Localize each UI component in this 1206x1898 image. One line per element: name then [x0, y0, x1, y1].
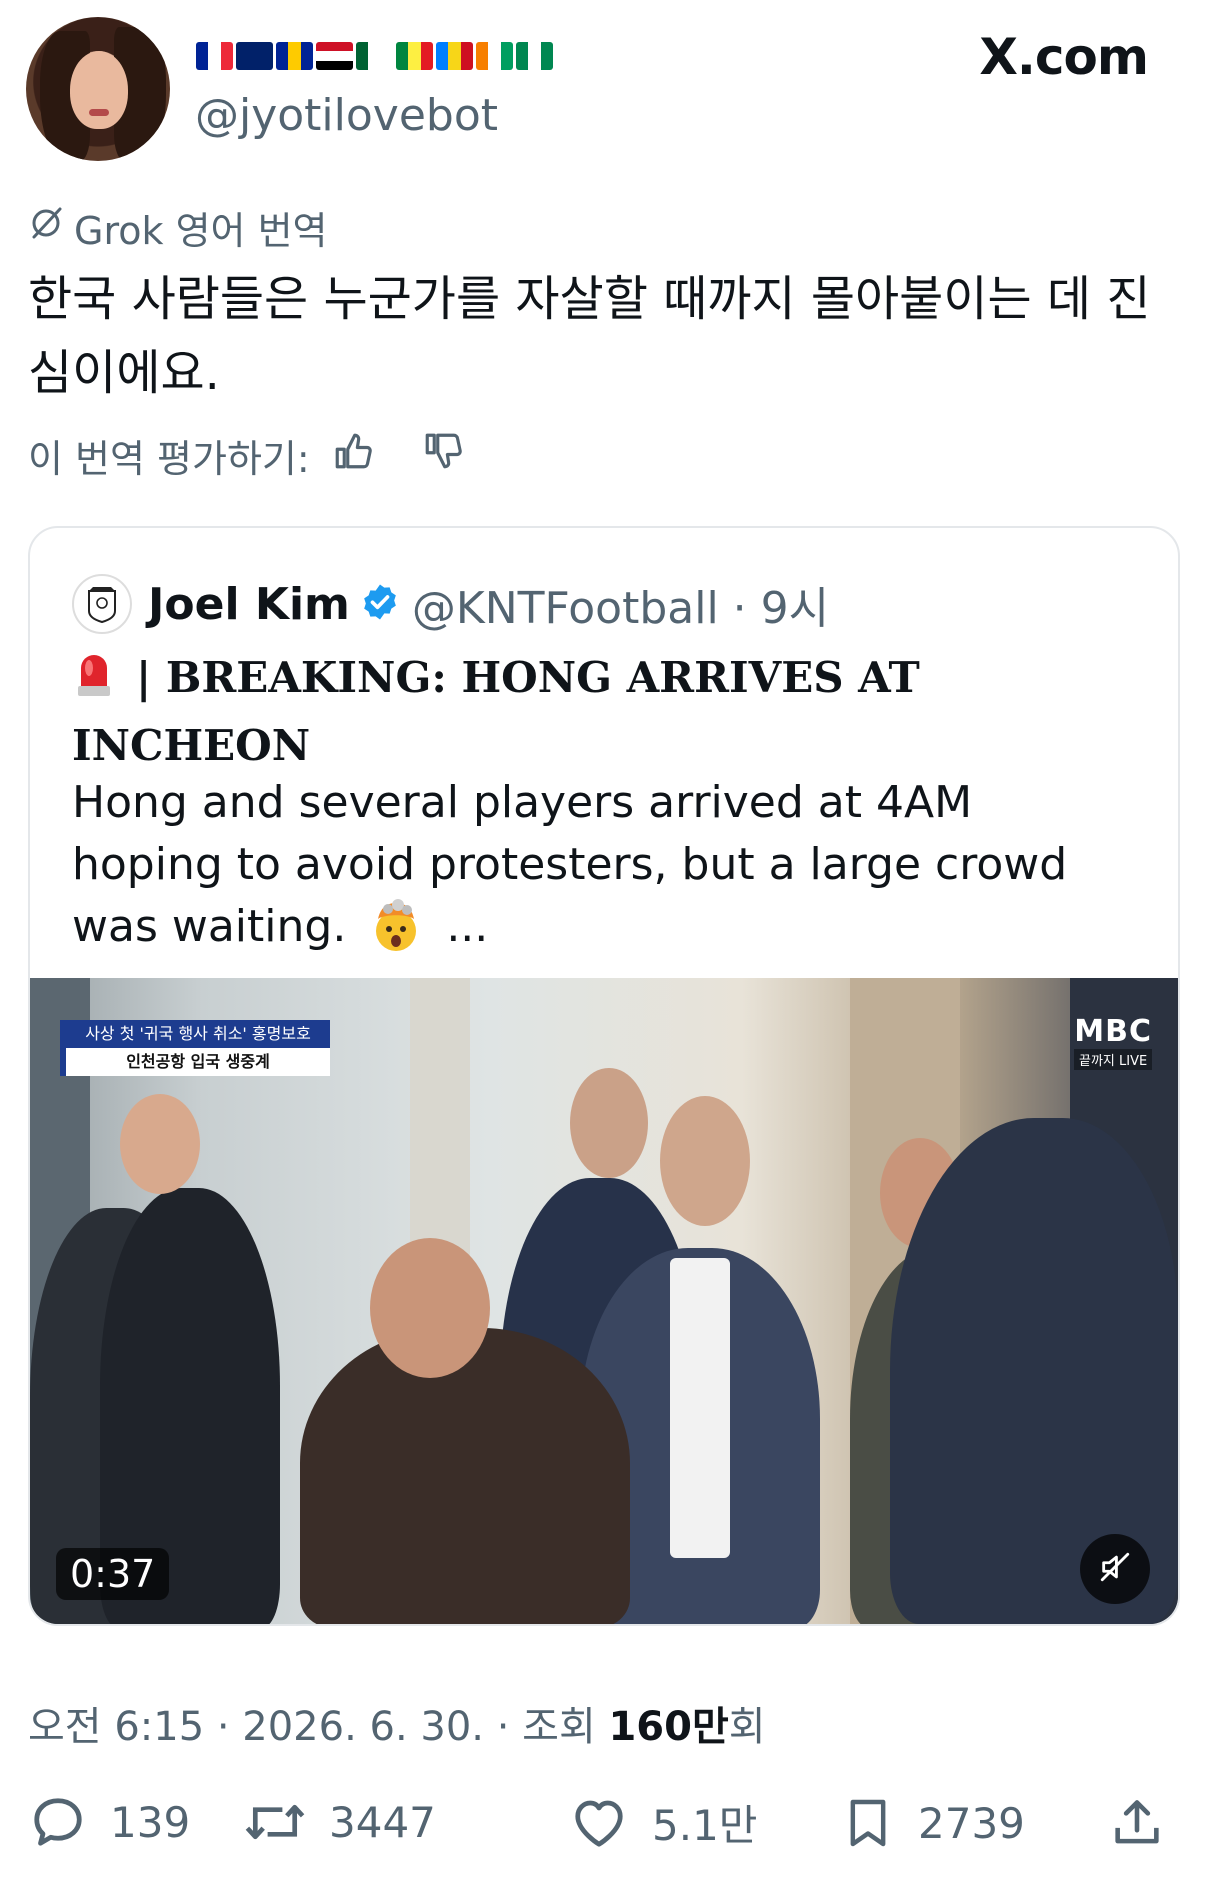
post-meta: 오전 6:15 · 2026. 6. 30. · 조회 160만회 [28, 1694, 766, 1752]
news-banner-bottom: 인천공항 입국 생중계 [126, 1052, 270, 1071]
action-bar: 139 3447 5.1만 2739 [28, 1792, 1178, 1864]
australia-flag [236, 42, 273, 70]
like-button[interactable]: 5.1만 [568, 1792, 757, 1853]
quoted-post-header: Joel Kim @KNTFootball · 9시 [72, 572, 829, 636]
egypt-flag [316, 42, 353, 70]
thumbs-down-icon[interactable] [400, 430, 464, 481]
quoted-body: Hong and several players arrived at 4AM … [72, 772, 1132, 958]
bosnia-flag [276, 42, 313, 70]
senegal-flag [396, 42, 433, 70]
quoted-headline: | BREAKING: HONG ARRIVES AT INCHEON [72, 646, 1132, 777]
france-flag [196, 42, 233, 70]
repost-button[interactable]: 3447 [243, 1792, 436, 1852]
view-count: 160만 [608, 1704, 729, 1750]
channel-logo: MBC 끝까지 LIVE [1074, 1014, 1152, 1070]
reply-icon [34, 1798, 82, 1846]
heart-icon [575, 1800, 623, 1847]
siren-icon [72, 646, 116, 715]
translated-text: 한국 사람들은 누군가를 자살할 때까지 몰아붙이는 데 진심이에요. [28, 271, 1151, 401]
video-duration: 0:37 [56, 1548, 170, 1600]
quoted-ellipsis: ... [446, 901, 489, 952]
like-count: 5.1만 [652, 1801, 758, 1850]
channel-name: MBC [1074, 1014, 1152, 1049]
translation-label-text: Grok 영어 번역 [74, 209, 328, 253]
news-banner-top: 사상 첫 '귀국 행사 취소' 홍명보호 [66, 1020, 330, 1048]
ivory-coast-flag [476, 42, 513, 70]
news-banner: 사상 첫 '귀국 행사 취소' 홍명보호 인천공항 입국 생중계 [60, 1020, 330, 1076]
rate-translation-label: 이 번역 평가하기: [28, 437, 310, 481]
verified-badge-icon [360, 582, 400, 626]
rate-translation: 이 번역 평가하기: [28, 428, 464, 483]
quoted-handle-time[interactable]: @KNTFootball · 9시 [412, 572, 829, 636]
exploding-head-icon [368, 897, 424, 953]
display-name-flags [196, 42, 553, 70]
repost-count: 3447 [329, 1797, 436, 1847]
thumbs-up-icon[interactable] [310, 430, 374, 481]
avatar[interactable] [26, 17, 170, 161]
mute-button[interactable] [1080, 1534, 1150, 1604]
user-handle[interactable]: @jyotilovebot [195, 90, 498, 141]
reply-count: 139 [110, 1797, 191, 1847]
dr-congo-flag [436, 42, 473, 70]
video-player[interactable]: 사상 첫 '귀국 행사 취소' 홍명보호 인천공항 입국 생중계 MBC 끝까지… [30, 978, 1178, 1624]
quoted-author-name[interactable]: Joel Kim [148, 579, 350, 630]
translation-label: Grok 영어 번역 [28, 200, 328, 255]
post-timestamp[interactable]: 오전 6:15 · 2026. 6. 30. · 조회 [28, 1704, 608, 1750]
quoted-body-text: Hong and several players arrived at 4AM … [72, 777, 1068, 952]
quoted-post[interactable]: Joel Kim @KNTFootball · 9시 | BREAKING: H… [28, 526, 1180, 1626]
quoted-avatar[interactable] [72, 574, 132, 634]
quoted-headline-text: | BREAKING: HONG ARRIVES AT INCHEON [72, 653, 920, 770]
site-watermark: X.com [979, 28, 1149, 86]
repost-icon [245, 1804, 305, 1840]
bookmark-icon [850, 1799, 886, 1847]
view-suffix: 회 [728, 1704, 766, 1750]
algeria-flag [356, 42, 393, 70]
reply-button[interactable]: 139 [28, 1792, 190, 1852]
nigeria-flag [516, 42, 553, 70]
grok-icon [28, 205, 64, 250]
channel-sub: 끝까지 LIVE [1074, 1049, 1152, 1070]
bookmark-button[interactable]: 2739 [840, 1792, 1025, 1854]
bookmark-count: 2739 [918, 1798, 1025, 1848]
share-icon [1115, 1800, 1159, 1844]
speaker-muted-icon [1098, 1550, 1132, 1588]
share-button[interactable] [1108, 1792, 1166, 1854]
